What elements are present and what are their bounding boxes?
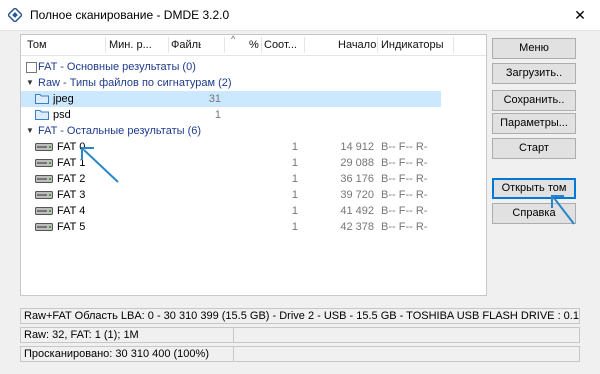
drive-icon [35, 223, 53, 231]
drive-icon [35, 191, 53, 199]
item-name: FAT 4 [57, 205, 86, 217]
col-files[interactable]: Файлы [171, 39, 201, 53]
item-start: 39 720 [340, 189, 374, 201]
item-indicators: B-- F-- R- [381, 157, 428, 169]
item-files: 31 [208, 93, 221, 105]
group-raw-signatures[interactable]: ▼ Raw - Типы файлов по сигнатурам (2) [21, 75, 486, 91]
status-progress-text: Просканировано: 30 310 400 (100%) [24, 348, 209, 360]
item-indicators: B-- F-- R- [381, 173, 428, 185]
start-button[interactable]: Старт [492, 138, 576, 159]
drive-icon [35, 175, 53, 183]
item-files: 1 [214, 109, 221, 121]
drive-icon [35, 207, 53, 215]
list-item-fat5[interactable]: FAT 5 1 42 378 B-- F-- R- [21, 219, 486, 235]
item-corr: 1 [291, 205, 298, 217]
item-start: 41 492 [340, 205, 374, 217]
group-checkbox[interactable] [26, 62, 37, 73]
item-indicators: B-- F-- R- [381, 141, 428, 153]
item-corr: 1 [291, 189, 298, 201]
annotation-arrow-icon [551, 195, 575, 225]
item-indicators: B-- F-- R- [381, 189, 428, 201]
status-region-info: Raw+FAT Область LBA: 0 - 30 310 399 (15.… [20, 308, 580, 324]
col-min-size[interactable]: Мин. р... [109, 39, 167, 53]
list-item-psd[interactable]: psd 1 [21, 107, 486, 123]
window-title: Полное сканирование - DMDE 3.2.0 [30, 8, 230, 22]
dmde-app-icon [8, 8, 22, 22]
sort-up-icon: ^ [231, 34, 236, 44]
load-button[interactable]: Загрузить.. [492, 63, 576, 84]
collapse-arrow-icon[interactable]: ▼ [26, 76, 34, 90]
drive-icon [35, 159, 53, 167]
folder-icon [35, 94, 49, 104]
item-corr: 1 [291, 221, 298, 233]
drive-icon [35, 143, 53, 151]
group-other-results[interactable]: ▼ FAT - Остальные результаты (6) [21, 123, 486, 139]
list-item-jpeg[interactable]: jpeg 31 [21, 91, 441, 107]
item-name: FAT 5 [57, 221, 86, 233]
col-percent[interactable]: % [249, 39, 259, 53]
title-bar: Полное сканирование - DMDE 3.2.0 ✕ [0, 0, 600, 31]
item-name: psd [53, 109, 71, 121]
item-start: 29 088 [340, 157, 374, 169]
item-start: 14 912 [340, 141, 374, 153]
group-label: FAT - Остальные результаты (6) [38, 125, 202, 137]
folder-icon [35, 110, 49, 120]
col-indicators[interactable]: Индикаторы [381, 39, 451, 53]
item-corr: 1 [291, 173, 298, 185]
item-indicators: B-- F-- R- [381, 221, 428, 233]
col-correspondence[interactable]: Соот... [264, 39, 302, 53]
group-main-results[interactable]: FAT - Основные результаты (0) [21, 59, 486, 75]
item-start: 42 378 [340, 221, 374, 233]
status-counts: Raw: 32, FAT: 1 (1); 1M [20, 327, 580, 343]
item-corr: 1 [291, 141, 298, 153]
parameters-button[interactable]: Параметры... [492, 113, 576, 134]
item-name: jpeg [53, 93, 74, 105]
item-corr: 1 [291, 157, 298, 169]
item-start: 36 176 [340, 173, 374, 185]
list-header: Том Мин. р... Файлы ^ % Соот... Начало И… [21, 34, 486, 56]
close-icon[interactable]: ✕ [570, 5, 590, 25]
status-progress: Просканировано: 30 310 400 (100%) [20, 346, 580, 362]
col-start[interactable]: Начало [338, 39, 378, 53]
item-name: FAT 3 [57, 189, 86, 201]
menu-button[interactable]: Меню [492, 38, 576, 59]
col-volume[interactable]: Том [27, 39, 105, 53]
group-label: FAT - Основные результаты (0) [38, 61, 196, 73]
list-item-fat4[interactable]: FAT 4 1 41 492 B-- F-- R- [21, 203, 486, 219]
collapse-arrow-icon[interactable]: ▼ [26, 124, 34, 138]
status-counts-text: Raw: 32, FAT: 1 (1); 1M [24, 329, 139, 341]
annotation-arrow-icon [81, 147, 119, 183]
save-button[interactable]: Сохранить.. [492, 90, 576, 111]
item-indicators: B-- F-- R- [381, 205, 428, 217]
group-label: Raw - Типы файлов по сигнатурам (2) [38, 77, 232, 89]
